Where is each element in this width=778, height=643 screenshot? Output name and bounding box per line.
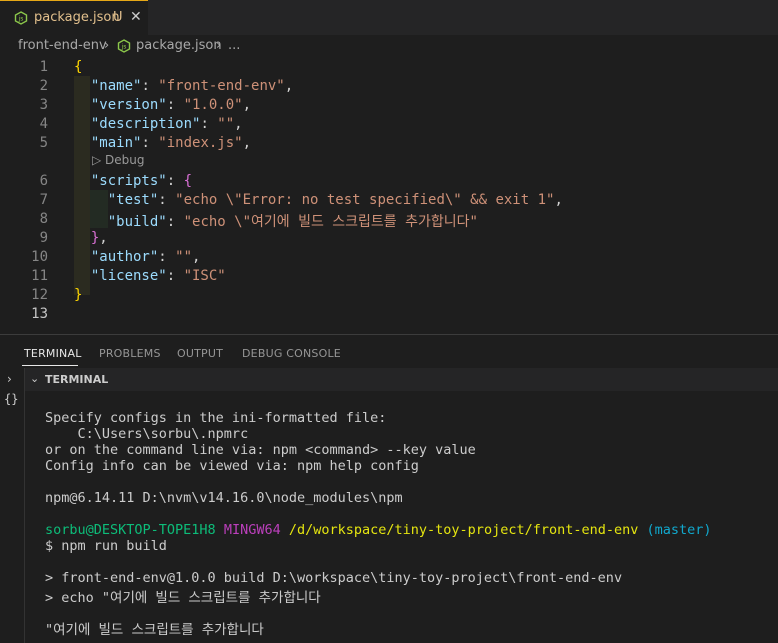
terminal-command: $ npm run build xyxy=(45,538,167,554)
code-line: }, xyxy=(90,230,108,246)
terminal-line: or on the command line via: npm <command… xyxy=(45,442,476,458)
line-number: 7 xyxy=(39,192,48,208)
breadcrumb-folder[interactable]: front-end-env xyxy=(18,38,107,53)
terminal-section-header[interactable]: ⌄ TERMINAL xyxy=(25,368,778,391)
tab-problems[interactable]: PROBLEMS xyxy=(99,347,161,360)
code-editor[interactable]: 1 2 3 4 5 6 7 8 9 10 11 12 13 { "name": … xyxy=(0,57,778,334)
line-number: 2 xyxy=(39,78,48,94)
line-number: 1 xyxy=(39,59,48,75)
line-number: 11 xyxy=(31,268,48,284)
terminal-output[interactable]: Specify configs in the ini-formatted fil… xyxy=(25,391,778,643)
terminal-line: npm@6.14.11 D:\nvm\v14.16.0\node_modules… xyxy=(45,490,403,506)
editor-tab-bar: js package.json U ✕ xyxy=(0,0,778,35)
panel-side-gutter: › {} xyxy=(0,368,25,643)
terminal-line: > echo "여기에 빌드 스크립트를 추가합니다 xyxy=(45,590,321,606)
code-line: "description": "", xyxy=(90,116,243,132)
terminal-header-label: TERMINAL xyxy=(45,373,109,386)
breadcrumb-more[interactable]: ... xyxy=(228,38,240,53)
close-icon[interactable]: ✕ xyxy=(130,9,142,25)
line-number: 12 xyxy=(31,287,48,303)
nodejs-file-icon: js xyxy=(117,39,131,53)
prompt-env: MINGW64 xyxy=(223,522,281,538)
terminal-line: C:\Users\sorbu\.npmrc xyxy=(45,426,249,442)
tab-terminal[interactable]: TERMINAL xyxy=(24,347,82,360)
terminal-line: Config info can be viewed via: npm help … xyxy=(45,458,419,474)
line-number-current: 13 xyxy=(31,306,48,322)
tab-output[interactable]: OUTPUT xyxy=(177,347,223,360)
chevron-right-icon[interactable]: › xyxy=(7,372,12,386)
terminal-line: "여기에 빌드 스크립트를 추가합니다 xyxy=(45,622,264,638)
active-tab-indicator xyxy=(22,365,78,366)
chevron-down-icon[interactable]: ⌄ xyxy=(30,372,39,385)
prompt-user: sorbu@DESKTOP-TOPE1H8 xyxy=(45,522,216,538)
line-number: 10 xyxy=(31,249,48,265)
line-number: 5 xyxy=(39,135,48,151)
untracked-badge: U xyxy=(113,10,123,25)
terminal-prompt: sorbu@DESKTOP-TOPE1H8 MINGW64 /d/workspa… xyxy=(45,522,712,538)
code-line: "scripts": { xyxy=(90,173,193,189)
line-number: 3 xyxy=(39,97,48,113)
breadcrumb: front-end-env › js package.json › ... xyxy=(0,35,778,57)
chevron-right-icon: › xyxy=(216,38,222,53)
code-line: "main": "index.js", xyxy=(90,135,252,151)
chevron-right-icon: › xyxy=(104,38,110,53)
line-number: 8 xyxy=(39,211,48,227)
line-number: 9 xyxy=(39,230,48,246)
line-number: 6 xyxy=(39,173,48,189)
prompt-path: /d/workspace/tiny-toy-project/front-end-… xyxy=(288,522,639,538)
svg-text:js: js xyxy=(121,44,127,51)
code-line: { xyxy=(74,59,83,75)
code-line: "name": "front-end-env", xyxy=(90,78,294,94)
debug-codelens[interactable]: ▷ Debug xyxy=(92,153,145,167)
breadcrumb-file[interactable]: package.json xyxy=(136,38,222,53)
code-line: "test": "echo \"Error: no test specified… xyxy=(107,192,563,208)
panel-tab-bar: TERMINAL PROBLEMS OUTPUT DEBUG CONSOLE xyxy=(0,335,778,368)
tab-package-json[interactable]: js package.json U ✕ xyxy=(0,0,148,35)
code-line: } xyxy=(74,287,83,303)
terminal-line: Specify configs in the ini-formatted fil… xyxy=(45,410,387,426)
code-line: "author": "", xyxy=(90,249,201,265)
nodejs-file-icon: js xyxy=(14,11,28,25)
code-line: "build": "echo \"여기에 빌드 스크립트를 추가합니다" xyxy=(107,214,478,230)
code-line: "license": "ISC" xyxy=(90,268,226,284)
line-number: 4 xyxy=(39,116,48,132)
tab-label: package.json xyxy=(34,10,120,25)
braces-icon[interactable]: {} xyxy=(4,392,18,406)
svg-text:js: js xyxy=(18,16,24,23)
terminal-line: > front-end-env@1.0.0 build D:\workspace… xyxy=(45,570,623,586)
prompt-branch: (master) xyxy=(646,522,712,538)
code-line: "version": "1.0.0", xyxy=(90,97,252,113)
tab-debug-console[interactable]: DEBUG CONSOLE xyxy=(242,347,341,360)
